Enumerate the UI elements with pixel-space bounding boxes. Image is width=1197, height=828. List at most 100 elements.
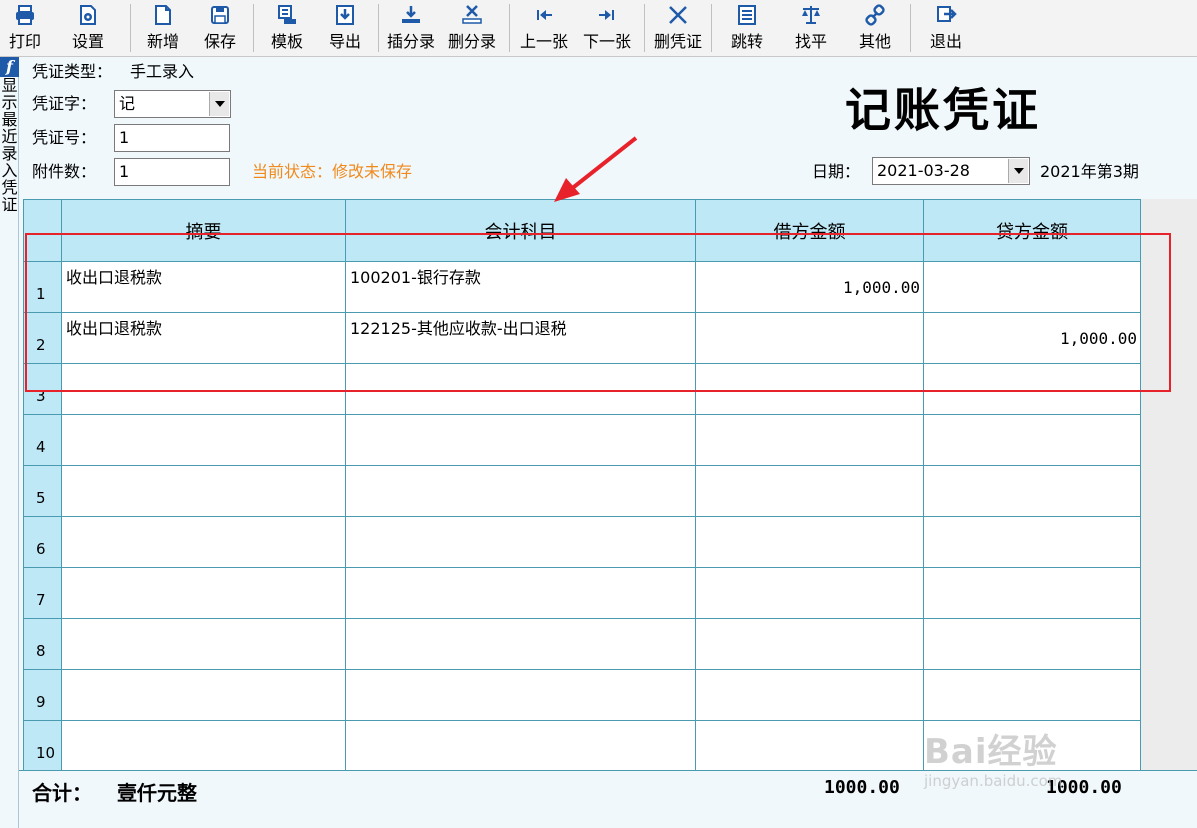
previous-icon [533, 4, 555, 26]
summary-cell[interactable] [61, 516, 346, 568]
template-button[interactable]: 模板 [258, 0, 316, 57]
recent-vouchers-strip[interactable]: f 显示最近录入凭证 [0, 57, 19, 828]
debit-cell[interactable] [695, 414, 924, 466]
toolbar-divider [378, 4, 379, 52]
credit-cell[interactable] [923, 516, 1141, 568]
account-cell[interactable] [345, 465, 696, 517]
delete-voucher-button[interactable]: 删凭证 [649, 0, 707, 57]
exit-button[interactable]: 退出 [915, 0, 977, 57]
settings-label: 设置 [71, 32, 104, 51]
account-cell[interactable] [345, 516, 696, 568]
credit-cell[interactable] [923, 414, 1141, 466]
voucher-number-label: 凭证号： [32, 128, 97, 147]
row-number: 10 [23, 720, 62, 772]
summary-cell[interactable]: 收出口退税款 [61, 312, 346, 364]
template-icon [276, 4, 298, 26]
voucher-grid: 摘要 会计科目 借方金额 贷方金额 1 收出口退税款 100201-银行存款 1… [23, 199, 1197, 772]
summary-cell[interactable] [61, 465, 346, 517]
balance-button[interactable]: 找平 [778, 0, 844, 57]
summary-cell[interactable] [61, 669, 346, 721]
account-cell[interactable]: 122125-其他应收款-出口退税 [345, 312, 696, 364]
voucher-type-label: 凭证类型： [32, 62, 113, 81]
settings-button[interactable]: 设置 [50, 0, 126, 57]
summary-cell[interactable] [61, 618, 346, 670]
print-button[interactable]: 打印 [0, 0, 50, 57]
debit-cell[interactable] [695, 312, 924, 364]
export-button[interactable]: 导出 [316, 0, 374, 57]
summary-cell[interactable] [61, 363, 346, 415]
summary-cell[interactable] [61, 567, 346, 619]
voucher-word-select[interactable]: 记 [114, 90, 231, 118]
credit-cell[interactable] [923, 567, 1141, 619]
voucher-number-field[interactable]: 1 [114, 124, 230, 152]
account-cell[interactable] [345, 567, 696, 619]
credit-cell[interactable]: 1,000.00 [923, 312, 1141, 364]
jump-button[interactable]: 跳转 [716, 0, 778, 57]
credit-cell[interactable] [923, 363, 1141, 415]
new-document-icon [152, 4, 174, 26]
summary-cell[interactable] [61, 720, 346, 772]
previous-button[interactable]: 上一张 [514, 0, 574, 57]
debit-cell[interactable] [695, 465, 924, 517]
row-number: 2 [23, 312, 62, 364]
debit-cell[interactable] [695, 618, 924, 670]
column-header-account: 会计科目 [345, 199, 696, 262]
next-button[interactable]: 下一张 [574, 0, 640, 57]
next-label: 下一张 [582, 32, 631, 51]
delete-entry-icon [461, 4, 483, 26]
debit-cell[interactable]: 1,000.00 [695, 261, 924, 313]
new-button[interactable]: 新增 [135, 0, 191, 57]
credit-total: 1000.00 [1046, 777, 1122, 798]
save-button[interactable]: 保存 [191, 0, 249, 57]
insert-entry-label: 插分录 [386, 32, 435, 51]
other-button[interactable]: 其他 [844, 0, 906, 57]
exit-icon [935, 4, 957, 26]
date-picker[interactable]: 2021-03-28 [872, 157, 1030, 185]
attachments-field[interactable]: 1 [114, 158, 230, 186]
account-cell[interactable] [345, 669, 696, 721]
table-row: 7 [23, 567, 1141, 619]
summary-cell[interactable] [61, 414, 346, 466]
debit-cell[interactable] [695, 363, 924, 415]
credit-cell[interactable] [923, 618, 1141, 670]
summary-cell[interactable]: 收出口退税款 [61, 261, 346, 313]
debit-cell[interactable] [695, 567, 924, 619]
jump-icon [736, 4, 758, 26]
account-cell[interactable] [345, 414, 696, 466]
table-row: 5 [23, 465, 1141, 517]
row-number: 9 [23, 669, 62, 721]
toolbar-divider [509, 4, 510, 52]
attachments-value: 1 [119, 162, 130, 181]
period-text: 2021年第3期 [1040, 162, 1139, 181]
debit-cell[interactable] [695, 720, 924, 772]
credit-cell[interactable] [923, 669, 1141, 721]
chevron-down-icon[interactable] [1008, 159, 1028, 183]
debit-cell[interactable] [695, 669, 924, 721]
row-number: 6 [23, 516, 62, 568]
account-cell[interactable] [345, 363, 696, 415]
debit-cell[interactable] [695, 516, 924, 568]
voucher-table: 摘要 会计科目 借方金额 贷方金额 1 收出口退税款 100201-银行存款 1… [23, 199, 1141, 772]
table-row: 3 [23, 363, 1141, 415]
table-header-row: 摘要 会计科目 借方金额 贷方金额 [23, 199, 1141, 262]
credit-cell[interactable] [923, 465, 1141, 517]
printer-icon [14, 4, 36, 26]
column-header-debit: 借方金额 [695, 199, 924, 262]
export-label: 导出 [328, 32, 361, 51]
chevron-down-icon[interactable] [209, 92, 229, 116]
account-cell[interactable] [345, 720, 696, 772]
export-icon [334, 4, 356, 26]
credit-cell[interactable] [923, 261, 1141, 313]
account-cell[interactable]: 100201-银行存款 [345, 261, 696, 313]
credit-cell[interactable] [923, 720, 1141, 772]
insert-entry-icon [400, 4, 422, 26]
voucher-title: 记账凭证 [845, 83, 1041, 137]
delete-entry-button[interactable]: 删分录 [439, 0, 505, 57]
grid-empty-area [1140, 199, 1197, 770]
toolbar-divider [711, 4, 712, 52]
insert-entry-button[interactable]: 插分录 [383, 0, 439, 57]
total-label: 合计： [32, 781, 92, 805]
voucher-word-value: 记 [119, 94, 136, 113]
template-label: 模板 [270, 32, 303, 51]
account-cell[interactable] [345, 618, 696, 670]
